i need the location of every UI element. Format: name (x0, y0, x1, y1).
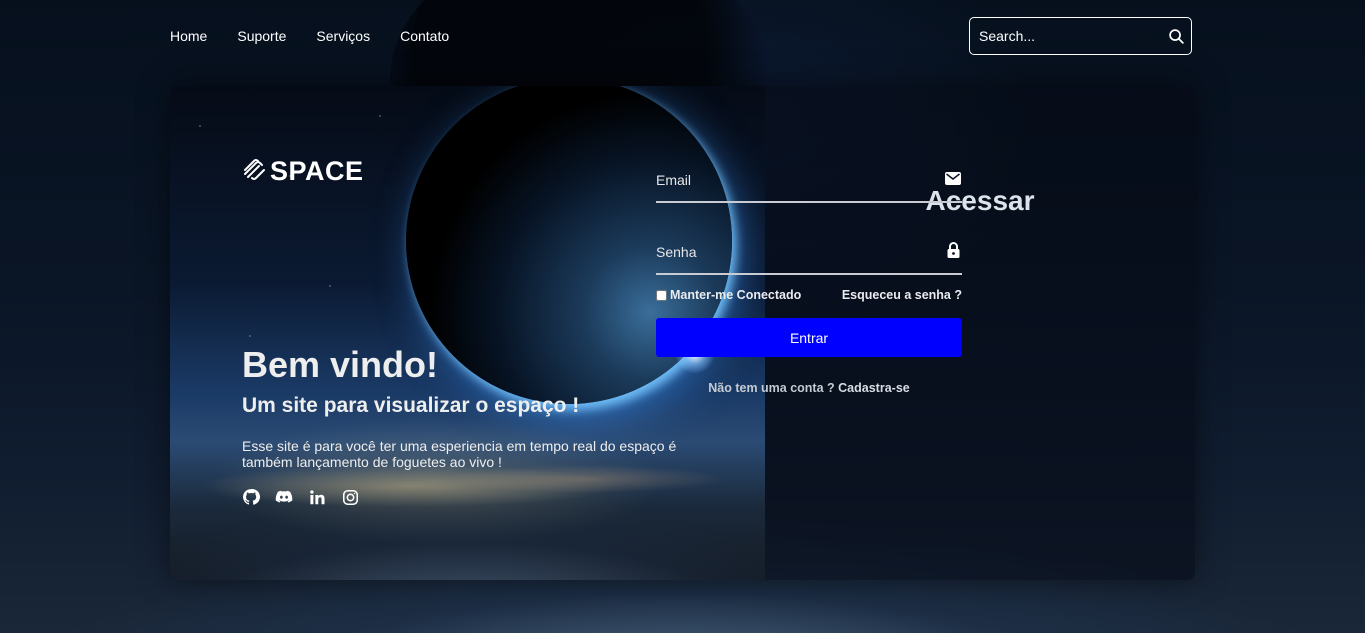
nav-link-suporte[interactable]: Suporte (237, 28, 286, 44)
brand-name: SPACE (270, 156, 364, 186)
search-icon[interactable] (1161, 28, 1191, 45)
email-input[interactable] (656, 159, 926, 201)
welcome-title: Bem vindo! (242, 344, 439, 385)
linkedin-icon[interactable] (308, 488, 326, 506)
brand-logo: SPACE (242, 156, 364, 187)
brand-icon (242, 158, 268, 185)
search-input[interactable] (970, 18, 1161, 54)
search-box (969, 17, 1192, 55)
nav-link-servicos[interactable]: Serviços (316, 28, 370, 44)
password-field (656, 231, 962, 275)
register-prompt: Não tem uma conta ? Cadastra-se (656, 381, 962, 395)
top-navbar: Home Suporte Serviços Contato (0, 0, 1365, 75)
register-prompt-text: Não tem uma conta ? (708, 381, 835, 395)
nav-links: Home Suporte Serviços Contato (170, 28, 449, 44)
submit-button[interactable]: Entrar (656, 318, 962, 357)
remember-label: Manter-me Conectado (670, 288, 802, 302)
email-field (656, 159, 962, 203)
github-icon[interactable] (242, 488, 260, 506)
instagram-icon[interactable] (341, 488, 359, 506)
envelope-icon (944, 169, 962, 187)
remember-me[interactable]: Manter-me Conectado (656, 288, 801, 302)
password-input[interactable] (656, 231, 926, 273)
welcome-description: Esse site é para você ter uma esperienci… (242, 438, 677, 470)
register-link[interactable]: Cadastra-se (838, 381, 910, 395)
lock-icon (944, 241, 962, 259)
forgot-password-link[interactable]: Esqueceu a senha ? (842, 288, 962, 302)
login-options: Manter-me Conectado Esqueceu a senha ? (656, 288, 962, 302)
nav-link-home[interactable]: Home (170, 28, 207, 44)
welcome-subtitle: Um site para visualizar o espaço ! (242, 394, 580, 417)
discord-icon[interactable] (275, 488, 293, 506)
remember-checkbox[interactable] (656, 289, 667, 301)
nav-link-contato[interactable]: Contato (400, 28, 449, 44)
social-links (242, 488, 359, 506)
